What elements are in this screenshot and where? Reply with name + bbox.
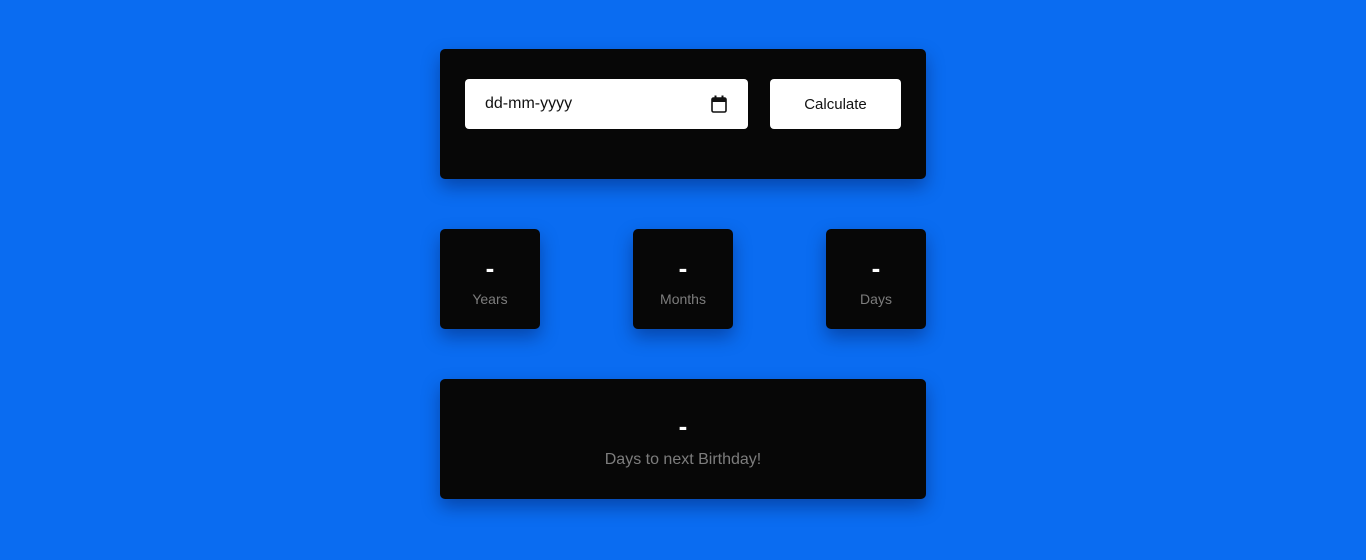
date-input-card: dd-mm-yyyy Calculate [440, 49, 926, 179]
years-card: - Years [440, 229, 540, 329]
months-label: Months [660, 291, 706, 307]
next-birthday-value: - [678, 411, 688, 441]
calendar-icon[interactable] [710, 95, 728, 113]
birthdate-placeholder: dd-mm-yyyy [485, 95, 573, 112]
years-value: - [485, 253, 495, 283]
months-value: - [678, 253, 688, 283]
next-birthday-label: Days to next Birthday! [604, 451, 762, 468]
days-value: - [871, 253, 881, 283]
years-label: Years [472, 291, 508, 307]
birthdate-input[interactable]: dd-mm-yyyy [465, 79, 748, 129]
days-card: - Days [826, 229, 926, 329]
months-card: - Months [633, 229, 733, 329]
next-birthday-card: - Days to next Birthday! [440, 379, 926, 499]
days-label: Days [860, 291, 892, 307]
calculate-button[interactable]: Calculate [770, 79, 901, 129]
